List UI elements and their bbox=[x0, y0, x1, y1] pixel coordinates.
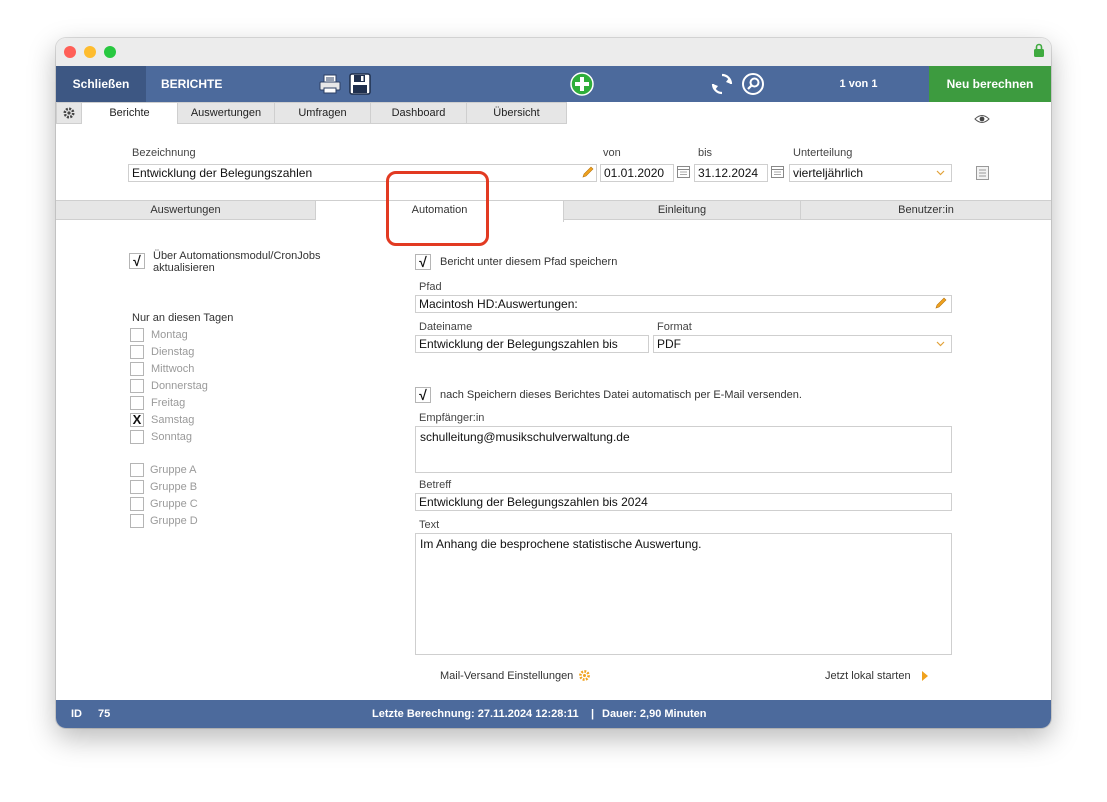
calendar-icon[interactable] bbox=[770, 165, 784, 179]
email-send-label: nach Speichern dieses Berichtes Datei au… bbox=[440, 389, 802, 401]
save-path-checkbox[interactable]: √ bbox=[415, 254, 431, 270]
chevron-down-icon bbox=[936, 341, 945, 347]
highlight-annotation bbox=[386, 171, 489, 246]
subtab-einleitung[interactable]: Einleitung bbox=[564, 201, 801, 220]
group-checkbox-c[interactable] bbox=[130, 497, 144, 511]
format-select[interactable]: PDF bbox=[653, 335, 952, 353]
tab-dashboard[interactable]: Dashboard bbox=[371, 102, 467, 124]
chevron-down-icon bbox=[936, 170, 945, 176]
day-checkbox-sonntag[interactable] bbox=[130, 430, 144, 444]
betreff-label: Betreff bbox=[419, 479, 452, 491]
empfaenger-field[interactable]: schulleitung@musikschulverwaltung.de bbox=[415, 426, 952, 473]
betreff-field[interactable]: Entwicklung der Belegungszahlen bis 2024 bbox=[415, 493, 952, 511]
bis-date-field[interactable]: 31.12.2024 bbox=[694, 164, 768, 182]
status-separator: | bbox=[591, 708, 595, 720]
cron-update-checkbox[interactable]: √ bbox=[129, 253, 145, 269]
day-label: Samstag bbox=[151, 414, 195, 426]
gear-icon[interactable] bbox=[578, 669, 591, 682]
cron-update-label-2: aktualisieren bbox=[153, 262, 215, 274]
app-window: Schließen BERICHTE 1 von 1 Neu berechnen… bbox=[56, 38, 1051, 728]
start-local-link[interactable]: Jetzt lokal starten bbox=[825, 670, 911, 682]
dateiname-label: Dateiname bbox=[419, 321, 473, 333]
calendar-icon[interactable] bbox=[676, 165, 690, 179]
refresh-icon[interactable] bbox=[710, 72, 734, 96]
text-label: Text bbox=[419, 519, 440, 531]
group-checkbox-b[interactable] bbox=[130, 480, 144, 494]
days-heading: Nur an diesen Tagen bbox=[132, 312, 234, 324]
sub-tab-bar: Auswertungen Automation Einleitung Benut… bbox=[56, 200, 1051, 222]
bis-label: bis bbox=[698, 147, 713, 159]
von-date-field[interactable]: 01.01.2020 bbox=[600, 164, 674, 182]
day-label: Sonntag bbox=[151, 431, 192, 443]
main-toolbar: Schließen BERICHTE 1 von 1 Neu berechnen bbox=[56, 66, 1051, 102]
module-title: BERICHTE bbox=[161, 77, 223, 91]
group-checkbox-a[interactable] bbox=[130, 463, 144, 477]
group-label: Gruppe B bbox=[150, 481, 198, 493]
group-label: Gruppe A bbox=[150, 464, 197, 476]
minimize-window-button[interactable] bbox=[84, 46, 96, 58]
settings-gear-icon[interactable] bbox=[56, 102, 82, 124]
lock-icon bbox=[1034, 43, 1044, 57]
search-icon[interactable] bbox=[741, 72, 765, 96]
day-checkbox-samstag[interactable]: X bbox=[130, 413, 144, 427]
format-label: Format bbox=[657, 321, 692, 333]
edit-pencil-icon[interactable] bbox=[581, 166, 594, 179]
last-calculation: Letzte Berechnung: 27.11.2024 12:28:11 bbox=[372, 708, 579, 720]
day-checkbox-mittwoch[interactable] bbox=[130, 362, 144, 376]
day-label: Dienstag bbox=[151, 346, 195, 358]
tab-auswertungen[interactable]: Auswertungen bbox=[178, 102, 275, 124]
day-checkbox-donnerstag[interactable] bbox=[130, 379, 144, 393]
cron-update-label: Über Automationsmodul/CronJobs bbox=[153, 250, 321, 262]
unterteilung-select[interactable]: vierteljährlich bbox=[789, 164, 952, 182]
play-arrow-icon[interactable] bbox=[921, 670, 929, 682]
zoom-window-button[interactable] bbox=[104, 46, 116, 58]
eye-icon[interactable] bbox=[974, 114, 990, 124]
group-label: Gruppe C bbox=[150, 498, 198, 510]
email-send-checkbox[interactable]: √ bbox=[415, 387, 431, 403]
group-checkbox-d[interactable] bbox=[130, 514, 144, 528]
print-icon[interactable] bbox=[318, 72, 342, 96]
day-checkbox-dienstag[interactable] bbox=[130, 345, 144, 359]
close-button[interactable]: Schließen bbox=[56, 66, 146, 102]
recalculate-button[interactable]: Neu berechnen bbox=[929, 66, 1051, 102]
text-area[interactable]: Im Anhang die besprochene statistische A… bbox=[415, 533, 952, 655]
save-icon[interactable] bbox=[348, 72, 372, 96]
pfad-field[interactable]: Macintosh HD:Auswertungen: bbox=[415, 295, 952, 313]
id-label: ID bbox=[71, 708, 82, 720]
day-label: Montag bbox=[151, 329, 188, 341]
status-bar: ID 75 Letzte Berechnung: 27.11.2024 12:2… bbox=[56, 700, 1051, 728]
bezeichnung-field[interactable]: Entwicklung der Belegungszahlen bbox=[128, 164, 597, 182]
day-checkbox-montag[interactable] bbox=[130, 328, 144, 342]
close-window-button[interactable] bbox=[64, 46, 76, 58]
subtab-auswertungen[interactable]: Auswertungen bbox=[56, 201, 316, 220]
day-checkbox-freitag[interactable] bbox=[130, 396, 144, 410]
mail-settings-link[interactable]: Mail-Versand Einstellungen bbox=[440, 670, 573, 682]
pfad-label: Pfad bbox=[419, 281, 442, 293]
id-value: 75 bbox=[98, 708, 111, 720]
main-tab-bar: Berichte Auswertungen Umfragen Dashboard… bbox=[56, 102, 1051, 124]
day-label: Mittwoch bbox=[151, 363, 195, 375]
day-label: Freitag bbox=[151, 397, 186, 409]
dateiname-field[interactable]: Entwicklung der Belegungszahlen bis bbox=[415, 335, 649, 353]
calculation-duration: Dauer: 2,90 Minuten bbox=[602, 708, 707, 720]
tab-uebersicht[interactable]: Übersicht bbox=[467, 102, 567, 124]
save-path-label: Bericht unter diesem Pfad speichern bbox=[440, 256, 618, 268]
tab-umfragen[interactable]: Umfragen bbox=[275, 102, 371, 124]
empfaenger-label: Empfänger:in bbox=[419, 412, 485, 424]
bezeichnung-label: Bezeichnung bbox=[132, 147, 196, 159]
list-icon[interactable] bbox=[976, 166, 989, 180]
group-label: Gruppe D bbox=[150, 515, 198, 527]
von-label: von bbox=[603, 147, 621, 159]
unterteilung-label: Unterteilung bbox=[793, 147, 853, 159]
record-counter: 1 von 1 bbox=[839, 78, 878, 90]
subtab-benutzer[interactable]: Benutzer:in bbox=[801, 201, 1051, 220]
add-icon[interactable] bbox=[570, 72, 594, 96]
window-titlebar bbox=[56, 38, 1051, 66]
day-label: Donnerstag bbox=[151, 380, 208, 392]
tab-berichte[interactable]: Berichte bbox=[82, 102, 178, 124]
edit-pencil-icon[interactable] bbox=[934, 297, 947, 310]
